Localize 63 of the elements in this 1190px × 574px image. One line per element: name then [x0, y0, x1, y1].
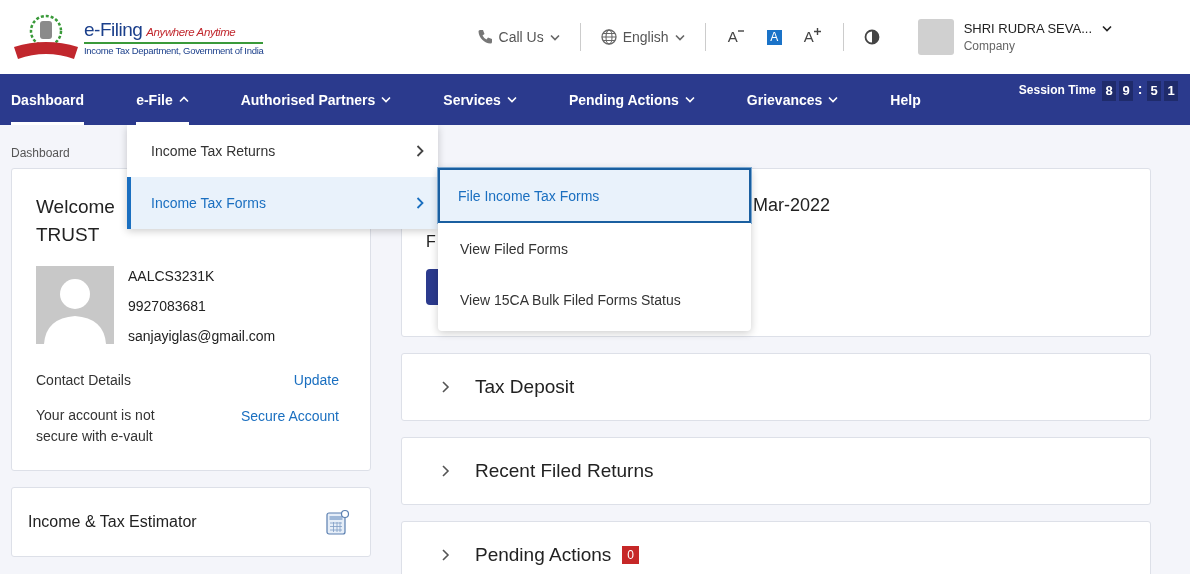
timer-digit: 1: [1164, 81, 1178, 101]
minus-icon: [737, 28, 745, 35]
user-role: Company: [963, 39, 1016, 53]
filing-card-text: F: [426, 233, 436, 251]
chevron-right-icon: [416, 197, 424, 209]
caret-icon: [674, 33, 685, 41]
welcome-heading: Welcome: [36, 195, 115, 219]
nav-tab[interactable]: Dashboard: [11, 74, 85, 125]
font-size-button[interactable]: A: [725, 28, 747, 46]
nav-tab[interactable]: Pending Actions: [568, 74, 695, 125]
emblem-logo-icon: [12, 13, 80, 61]
welcome-heading: TRUST: [36, 223, 100, 247]
nav-tab[interactable]: Services: [443, 74, 517, 125]
caret-icon: [549, 33, 560, 41]
nav-tab[interactable]: Authorised Partners: [240, 74, 392, 125]
nav-tab[interactable]: Help: [890, 74, 921, 125]
count-badge: 0: [622, 546, 639, 564]
calculator-icon: [326, 509, 350, 535]
accordion-title: Recent Filed Returns: [475, 460, 654, 482]
logo-subtitle: Income Tax Department, Government of India: [84, 44, 264, 56]
pan-number: AALCS3231K: [128, 268, 216, 284]
breadcrumb: Dashboard: [11, 146, 70, 160]
phone-number: 9927083681: [128, 298, 207, 314]
phone-icon: [476, 29, 493, 45]
submenu-item[interactable]: View Filed Forms: [438, 223, 751, 274]
contrast-icon: [863, 29, 880, 45]
plus-icon: [813, 28, 821, 35]
avatar-placeholder: [917, 19, 954, 55]
submenu-item[interactable]: View 15CA Bulk Filed Forms Status: [438, 274, 751, 325]
chevron-right-icon: [416, 145, 424, 157]
update-link[interactable]: Update: [293, 372, 339, 388]
globe-icon: [600, 29, 617, 45]
accordion-card[interactable]: Recent Filed Returns: [401, 437, 1151, 505]
caret-icon: [1102, 25, 1112, 32]
font-size-button[interactable]: A: [766, 29, 782, 45]
accordion-title: Tax Deposit: [475, 376, 575, 398]
email-address: sanjayiglas@gmail.com: [128, 328, 276, 344]
submenu-item[interactable]: File Income Tax Forms: [438, 168, 751, 223]
logo-title: e-Filing: [84, 18, 143, 41]
security-note: Your account is not secure with e-vault: [36, 406, 156, 446]
timer-digit: 9: [1119, 81, 1133, 101]
menu-item[interactable]: Income Tax Forms: [127, 177, 438, 229]
logo-tagline: Anywhere Anytime: [146, 25, 236, 38]
timer-digit: 8: [1102, 81, 1116, 101]
accordion-card[interactable]: Pending Actions 0: [401, 521, 1151, 574]
timer-digit: 5: [1147, 81, 1161, 101]
contrast-button[interactable]: [863, 29, 880, 45]
call-us-dropdown[interactable]: Call Us: [476, 29, 560, 45]
font-size-button[interactable]: A: [801, 28, 823, 46]
timer-separator: :: [1136, 81, 1144, 97]
contact-details-label: Contact Details: [36, 372, 131, 388]
accordion-title: Pending Actions: [475, 544, 612, 566]
estimator-title: Income & Tax Estimator: [28, 513, 197, 531]
language-dropdown[interactable]: English: [600, 29, 685, 45]
nav-tab[interactable]: Grievances: [746, 74, 839, 125]
menu-item[interactable]: Income Tax Returns: [127, 125, 438, 177]
filing-card-title: Mar-2022: [753, 194, 831, 217]
user-silhouette-icon: [36, 266, 114, 344]
secure-account-link[interactable]: Secure Account: [240, 408, 339, 424]
user-menu-dropdown[interactable]: SHRI RUDRA SEVA...: [963, 21, 1112, 36]
session-time-label: Session Time: [1018, 83, 1096, 97]
accordion-card[interactable]: Tax Deposit: [401, 353, 1151, 421]
estimator-card[interactable]: Income & Tax Estimator: [11, 487, 371, 557]
